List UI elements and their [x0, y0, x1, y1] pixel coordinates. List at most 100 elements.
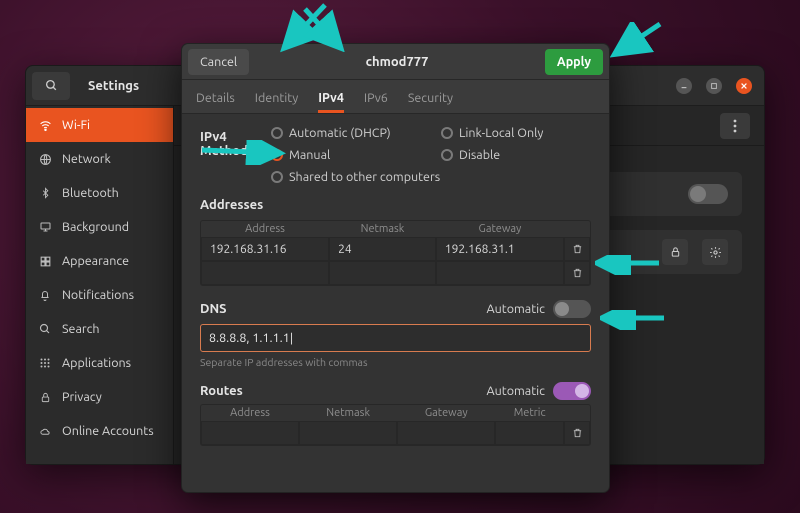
tab-security[interactable]: Security: [408, 91, 453, 113]
wifi-lock-button[interactable]: [662, 239, 688, 265]
sidebar-item-label: Notifications: [62, 288, 134, 302]
sidebar-item-applications[interactable]: Applications: [26, 346, 173, 380]
address-row: 192.168.31.1624192.168.31.1: [201, 237, 590, 261]
ipv4-method-disable[interactable]: Disable: [441, 148, 591, 162]
radio-icon: [441, 149, 453, 161]
wifi-toggle[interactable]: [688, 184, 728, 204]
routes-table: Address Netmask Gateway Metric: [200, 404, 591, 446]
route-metric-input[interactable]: [495, 421, 564, 445]
tab-identity[interactable]: Identity: [255, 91, 298, 113]
network-icon: [38, 153, 52, 166]
network-settings-dialog: Cancel chmod777 Apply DetailsIdentityIPv…: [181, 43, 610, 493]
routes-header-gateway: Gateway: [397, 407, 495, 419]
radio-label: Manual: [289, 148, 330, 162]
apply-button[interactable]: Apply: [545, 49, 603, 75]
dialog-body: IPv4 Method Automatic (DHCP) Link-Local O…: [182, 114, 609, 492]
cloud-icon: [38, 426, 52, 437]
route-netmask-input[interactable]: [299, 421, 397, 445]
lock-icon: [38, 391, 52, 404]
dialog-title: chmod777: [249, 55, 545, 69]
routes-header-address: Address: [201, 407, 299, 419]
dns-servers-input[interactable]: [200, 324, 591, 352]
window-controls: [676, 78, 764, 94]
address-gateway-input[interactable]: 192.168.31.1: [436, 237, 564, 261]
sidebar-item-label: Background: [62, 220, 129, 234]
ipv4-method-automatic-dhcp-[interactable]: Automatic (DHCP): [271, 126, 441, 140]
addresses-header-netmask: Netmask: [329, 223, 436, 235]
sidebar-item-notifications[interactable]: Notifications: [26, 278, 173, 312]
wifi-icon: [38, 119, 52, 132]
radio-label: Shared to other computers: [289, 170, 440, 184]
trash-icon: [572, 267, 583, 279]
cancel-button[interactable]: Cancel: [188, 49, 249, 75]
ipv4-method-shared-to-other-computers[interactable]: Shared to other computers: [271, 170, 441, 184]
route-address-input[interactable]: [201, 421, 299, 445]
tab-details[interactable]: Details: [196, 91, 235, 113]
address-netmask-input[interactable]: [329, 261, 436, 285]
sidebar-item-label: Bluetooth: [62, 186, 119, 200]
radio-label: Disable: [459, 148, 500, 162]
search-icon: [38, 323, 52, 335]
radio-icon: [271, 171, 283, 183]
search-button[interactable]: [32, 72, 70, 100]
address-delete-button[interactable]: [564, 261, 590, 285]
sidebar-item-label: Online Accounts: [62, 424, 154, 438]
minimize-button[interactable]: [676, 78, 692, 94]
sidebar-item-label: Wi-Fi: [62, 118, 90, 132]
annotation-arrow: [610, 22, 670, 62]
dialog-header: Cancel chmod777 Apply: [182, 44, 609, 80]
sidebar-item-privacy[interactable]: Privacy: [26, 380, 173, 414]
routes-header-netmask: Netmask: [299, 407, 397, 419]
sidebar-item-label: Search: [62, 322, 100, 336]
addresses-header-gateway: Gateway: [436, 223, 564, 235]
radio-label: Automatic (DHCP): [289, 126, 391, 140]
address-gateway-input[interactable]: [436, 261, 564, 285]
sidebar-item-background[interactable]: Background: [26, 210, 173, 244]
tab-ipv6[interactable]: IPv6: [364, 91, 388, 113]
ipv4-method-manual[interactable]: Manual: [271, 148, 441, 162]
apps-icon: [38, 357, 52, 369]
radio-icon: [441, 127, 453, 139]
routes-automatic-toggle[interactable]: [553, 382, 591, 400]
sidebar-item-online-accounts[interactable]: Online Accounts: [26, 414, 173, 448]
trash-icon: [572, 427, 583, 439]
settings-sidebar: Wi-Fi Network Bluetooth Background Appearanc…: [26, 106, 174, 464]
addresses-title: Addresses: [200, 198, 591, 212]
route-delete-button[interactable]: [564, 421, 590, 445]
lock-icon: [670, 246, 681, 258]
bluetooth-icon: [38, 186, 52, 200]
ipv4-method-title: IPv4 Method: [200, 130, 271, 158]
routes-title: Routes: [200, 384, 243, 398]
maximize-button[interactable]: [706, 78, 722, 94]
appearance-icon: [38, 255, 52, 268]
sidebar-item-appearance[interactable]: Appearance: [26, 244, 173, 278]
route-gateway-input[interactable]: [397, 421, 495, 445]
addresses-header-address: Address: [201, 223, 329, 235]
bell-icon: [38, 289, 52, 302]
sidebar-item-wi-fi[interactable]: Wi-Fi: [26, 108, 173, 142]
radio-icon: [271, 149, 283, 161]
routes-header-metric: Metric: [495, 407, 564, 419]
address-address-input[interactable]: 192.168.31.16: [201, 237, 329, 261]
address-netmask-input[interactable]: 24: [329, 237, 436, 261]
close-button[interactable]: [736, 78, 752, 94]
trash-icon: [572, 243, 583, 255]
sidebar-item-search[interactable]: Search: [26, 312, 173, 346]
sidebar-item-label: Network: [62, 152, 111, 166]
address-address-input[interactable]: [201, 261, 329, 285]
address-delete-button[interactable]: [564, 237, 590, 261]
routes-section-header: Routes Automatic: [200, 382, 591, 400]
panel-menu-button[interactable]: [720, 113, 750, 139]
dns-automatic-label: Automatic: [487, 302, 545, 316]
radio-label: Link-Local Only: [459, 126, 543, 140]
settings-title: Settings: [88, 79, 139, 93]
ipv4-method-link-local-only[interactable]: Link-Local Only: [441, 126, 591, 140]
sidebar-item-network[interactable]: Network: [26, 142, 173, 176]
sidebar-item-bluetooth[interactable]: Bluetooth: [26, 176, 173, 210]
search-icon: [45, 79, 58, 92]
wifi-settings-button[interactable]: [702, 239, 728, 265]
tab-ipv4[interactable]: IPv4: [318, 91, 344, 113]
address-row: [201, 261, 590, 285]
dns-automatic-toggle[interactable]: [553, 300, 591, 318]
sidebar-item-label: Appearance: [62, 254, 129, 268]
